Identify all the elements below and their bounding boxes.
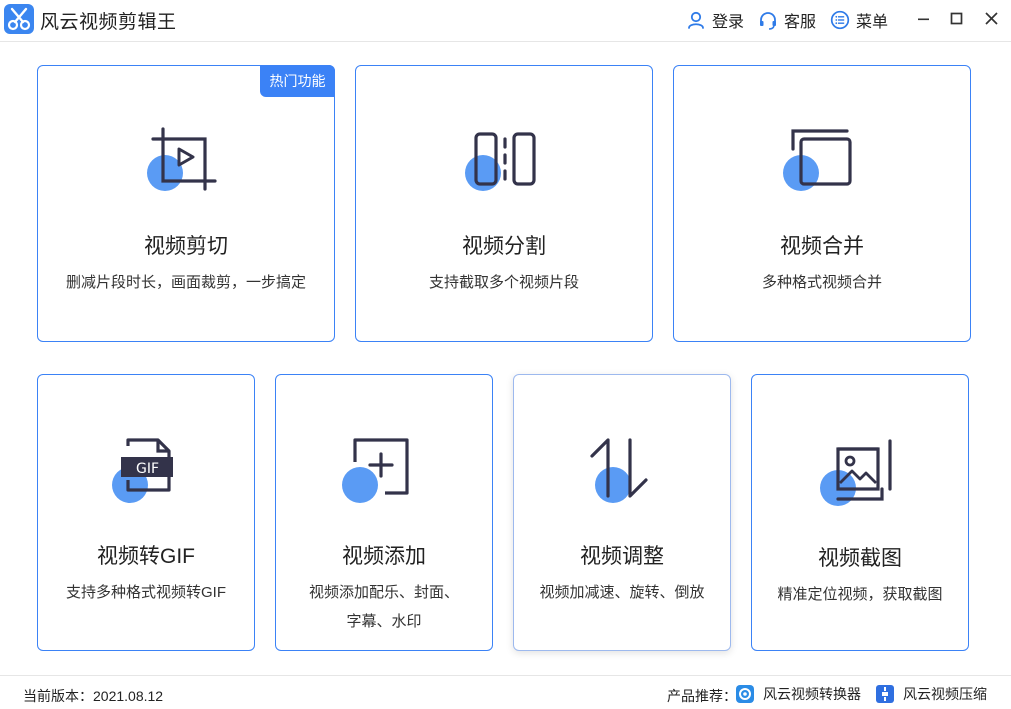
split-icon	[459, 121, 539, 201]
version-label: 当前版本：2021.08.12	[23, 688, 164, 704]
gif-file-icon: GIF	[106, 430, 186, 510]
card-description: 精准定位视频，获取截图	[777, 586, 943, 603]
close-icon[interactable]	[981, 8, 1003, 30]
product-name: 风云视频压缩	[903, 686, 987, 702]
card-video-adjust[interactable]: 视频调整 视频加减速、旋转、倒放	[513, 374, 731, 651]
card-title: 视频截图	[818, 547, 902, 570]
card-description: 视频加减速、旋转、倒放	[539, 584, 705, 601]
card-title: 视频调整	[580, 545, 664, 568]
headset-icon	[760, 12, 776, 30]
scissors-icon	[4, 4, 34, 34]
card-video-cut[interactable]: 热门功能 视频剪切 删减片段时长，画面裁剪，一步搞定	[37, 65, 335, 342]
service-button[interactable]: 客服	[758, 9, 816, 31]
user-icon	[688, 11, 704, 29]
card-description: 支持截取多个视频片段	[428, 274, 579, 291]
card-video-add[interactable]: 视频添加 视频添加配乐、封面、字幕、水印	[275, 374, 493, 651]
minimize-icon[interactable]	[913, 8, 935, 30]
login-label: 登录	[712, 14, 745, 31]
merge-icon	[777, 121, 857, 201]
card-title: 视频转GIF	[97, 545, 195, 568]
card-title: 视频剪切	[144, 235, 228, 258]
recommend-label: 产品推荐：	[667, 688, 737, 704]
compress-icon	[876, 685, 894, 703]
product-link-converter[interactable]: 风云视频转换器	[736, 684, 861, 704]
converter-icon	[736, 685, 754, 703]
add-icon	[338, 430, 418, 510]
card-description: 删减片段时长，画面裁剪，一步搞定	[65, 274, 306, 291]
card-description: 多种格式视频合并	[761, 274, 882, 291]
card-video-merge[interactable]: 视频合并 多种格式视频合并	[673, 65, 971, 342]
svg-text:GIF: GIF	[136, 461, 159, 477]
card-title: 视频添加	[342, 545, 426, 568]
card-title: 视频分割	[462, 235, 546, 258]
menu-icon	[830, 10, 850, 30]
app-title: 风云视频剪辑王	[40, 12, 177, 33]
card-video-screenshot[interactable]: 视频截图 精准定位视频，获取截图	[751, 374, 969, 651]
card-video-split[interactable]: 视频分割 支持截取多个视频片段	[355, 65, 653, 342]
card-description: 视频添加配乐、封面、字幕、水印	[308, 584, 459, 630]
menu-label: 菜单	[856, 14, 889, 31]
status-bar: 当前版本：2021.08.12 产品推荐： 风云视频转换器 风云视频压缩	[0, 675, 1011, 709]
crop-play-icon	[141, 121, 221, 201]
product-name: 风云视频转换器	[763, 686, 861, 702]
card-description: 支持多种格式视频转GIF	[66, 584, 226, 601]
product-link-compress[interactable]: 风云视频压缩	[876, 684, 987, 704]
menu-button[interactable]: 菜单	[830, 9, 888, 31]
service-label: 客服	[784, 14, 817, 31]
card-title: 视频合并	[780, 235, 864, 258]
maximize-icon[interactable]	[946, 8, 968, 30]
hot-feature-badge: 热门功能	[260, 65, 335, 97]
screenshot-icon	[820, 433, 900, 513]
adjust-arrows-icon	[582, 430, 662, 510]
login-button[interactable]: 登录	[686, 9, 744, 31]
card-video-to-gif[interactable]: GIF 视频转GIF 支持多种格式视频转GIF	[37, 374, 255, 651]
title-bar: 风云视频剪辑王 登录 客服 菜单	[0, 0, 1011, 42]
